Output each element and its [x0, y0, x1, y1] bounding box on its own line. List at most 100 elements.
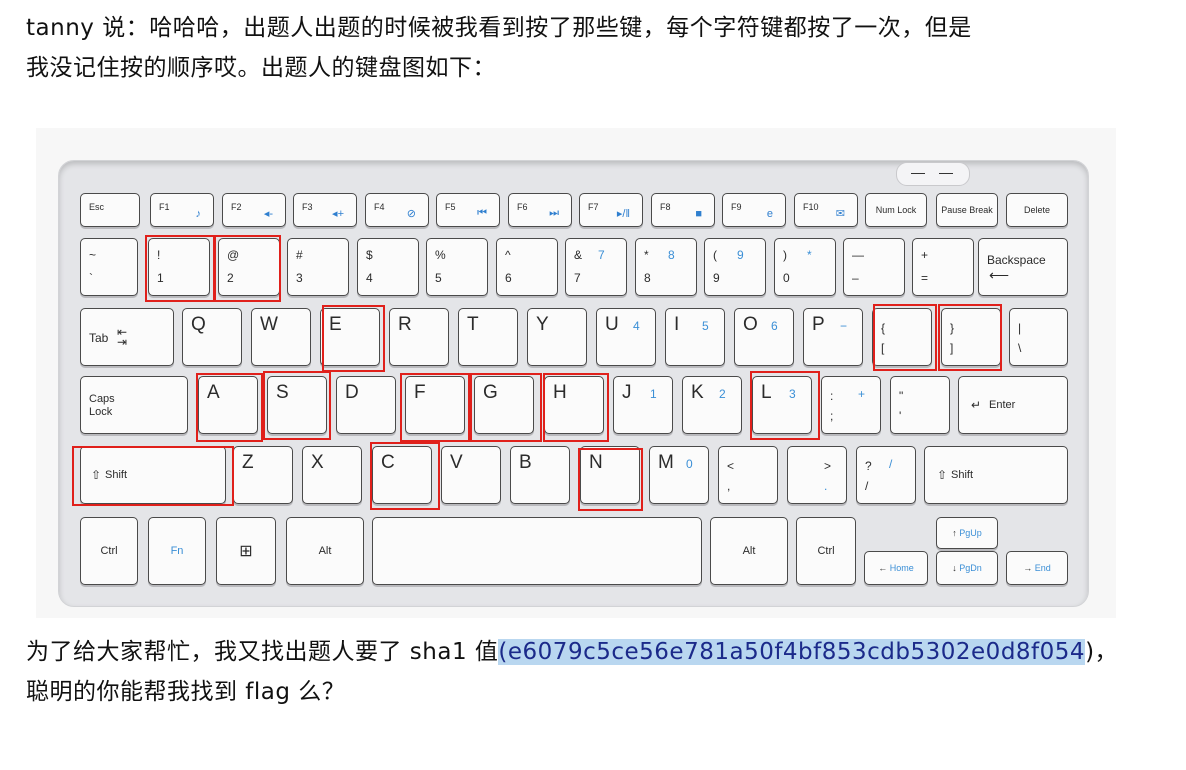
key-home: ← Home — [864, 551, 928, 585]
text-line-2: 我没记住按的顺序哎。出题人的键盘图如下： — [26, 55, 496, 81]
highlight-key-a — [196, 373, 263, 442]
key-backslash: | \ — [1009, 308, 1068, 366]
key-f4: F4 ⊘ — [365, 193, 429, 227]
key-tab: Tab ⇤ ⇥ — [80, 308, 174, 366]
key-0: ) * 0 — [774, 238, 836, 296]
previous-track-icon: ⏮ — [477, 207, 487, 219]
text-line-1: tanny 说：哈哈哈，出题人出题的时候被我看到按了那些键，每个字符键都按了一次… — [26, 15, 972, 41]
key-comma: <, — [718, 446, 778, 504]
key-v: V — [441, 446, 501, 504]
arrow-left-icon: ← — [878, 563, 888, 573]
highlight-key-left-bracket — [873, 304, 937, 371]
sha1-hash-highlight: (e6079c5ce56e781a50f4bf853cdb5302e0d8f05… — [498, 639, 1086, 665]
key-backspace: Backspace ⟵ — [978, 238, 1068, 296]
key-f7: F7 ▸/‖ — [579, 193, 643, 227]
key-slash: ? / / — [856, 446, 916, 504]
mute-icon: ⊘ — [406, 208, 416, 220]
key-enter: ↵ Enter — [958, 376, 1068, 434]
highlight-key-2 — [214, 235, 281, 302]
volume-up-icon: ◂+ — [332, 208, 344, 220]
key-end: → End — [1006, 551, 1068, 585]
key-right-ctrl: Ctrl — [796, 517, 856, 585]
key-f6: F6 ⏭ — [508, 193, 572, 227]
browser-icon: e — [766, 208, 773, 220]
keyboard-indicator-notch — [896, 162, 970, 186]
key-j: J1 — [613, 376, 673, 434]
highlight-key-f — [400, 373, 470, 442]
text-line-3-prefix: 为了给大家帮忙，我又找出题人要了 sha1 值 — [26, 639, 499, 665]
key-left-ctrl: Ctrl — [80, 517, 138, 585]
key-f3: F3 ◂+ — [293, 193, 357, 227]
key-y: Y — [527, 308, 587, 366]
highlight-key-e — [322, 305, 385, 372]
key-w: W — [251, 308, 311, 366]
key-quote: " ' — [890, 376, 950, 434]
key-k: K2 — [682, 376, 742, 434]
key-f1: F1 ♪ — [150, 193, 214, 227]
enter-arrow-icon: ↵ — [971, 398, 982, 412]
key-f10: F10 ✉ — [794, 193, 858, 227]
key-pause: Pause Break — [936, 193, 998, 227]
key-pgdn: ↓ PgDn — [936, 551, 998, 585]
tab-arrows-icon: ⇤ ⇥ — [117, 325, 128, 349]
key-right-alt: Alt — [710, 517, 788, 585]
highlight-key-h — [543, 373, 609, 442]
key-4: $4 — [357, 238, 419, 296]
key-pgup: ↑ PgUp — [936, 517, 998, 549]
key-period: >. — [787, 446, 847, 504]
key-space — [372, 517, 702, 585]
backspace-arrow-icon: ⟵ — [989, 267, 1010, 283]
arrow-right-icon: → — [1023, 563, 1033, 573]
key-b: B — [510, 446, 570, 504]
key-p: P − — [803, 308, 863, 366]
key-m: M0 — [649, 446, 709, 504]
key-3: #3 — [287, 238, 349, 296]
key-5: % 5 — [426, 238, 488, 296]
key-semicolon: : +; — [821, 376, 881, 434]
mail-icon: ✉ — [835, 208, 845, 220]
para-bottom: 为了给大家帮忙，我又找出题人要了 sha1 值(e6079c5ce56e781a… — [26, 632, 1118, 712]
text-line-4: 聪明的你能帮我找到 flag 么？ — [26, 679, 346, 705]
key-windows: ⊞ — [216, 517, 276, 585]
key-f5: F5 ⏮ — [436, 193, 500, 227]
para-top: tanny 说：哈哈哈，出题人出题的时候被我看到按了那些键，每个字符键都按了一次… — [26, 8, 972, 88]
arrow-down-icon: ↓ — [952, 563, 957, 573]
key-f8: F8 ■ — [651, 193, 715, 227]
key-right-shift: ⇧ Shift — [924, 446, 1068, 504]
key-6: ^ 6 — [496, 238, 558, 296]
key-left-alt: Alt — [286, 517, 364, 585]
key-t: T — [458, 308, 518, 366]
key-delete: Delete — [1006, 193, 1068, 227]
highlight-key-n — [578, 448, 643, 511]
highlight-key-l — [750, 371, 820, 440]
stop-icon: ■ — [695, 208, 702, 220]
highlight-key-1 — [145, 235, 215, 302]
key-caps-lock: Caps Lock — [80, 376, 188, 434]
key-fn: Fn — [148, 517, 206, 585]
key-8: * 8 8 — [635, 238, 697, 296]
next-track-icon: ⏭ — [549, 207, 559, 219]
highlight-key-left-shift — [72, 446, 234, 506]
highlight-key-s — [263, 371, 331, 440]
key-u: U4 — [596, 308, 656, 366]
highlight-key-right-bracket — [938, 304, 1002, 371]
key-minus: — – — [843, 238, 905, 296]
key-x: X — [302, 446, 362, 504]
key-esc: Esc — [80, 193, 140, 227]
key-equals: + = — [912, 238, 974, 296]
key-d: D — [336, 376, 396, 434]
key-f2: F2 ◂- — [222, 193, 286, 227]
highlight-key-g — [470, 373, 542, 442]
text-line-3: 为了给大家帮忙，我又找出题人要了 sha1 值(e6079c5ce56e781a… — [26, 632, 1118, 672]
key-q: Q — [182, 308, 242, 366]
key-9: (9 9 — [704, 238, 766, 296]
key-o: O6 — [734, 308, 794, 366]
key-tilde: ~ ` — [80, 238, 138, 296]
key-f9: F9 e — [722, 193, 786, 227]
key-i: I5 — [665, 308, 725, 366]
text-line-3-suffix: )， — [1085, 639, 1119, 665]
highlight-key-c — [370, 442, 440, 510]
windows-logo-icon: ⊞ — [239, 543, 253, 560]
key-numlock: Num Lock — [865, 193, 927, 227]
arrow-up-icon: ↑ — [952, 528, 957, 538]
